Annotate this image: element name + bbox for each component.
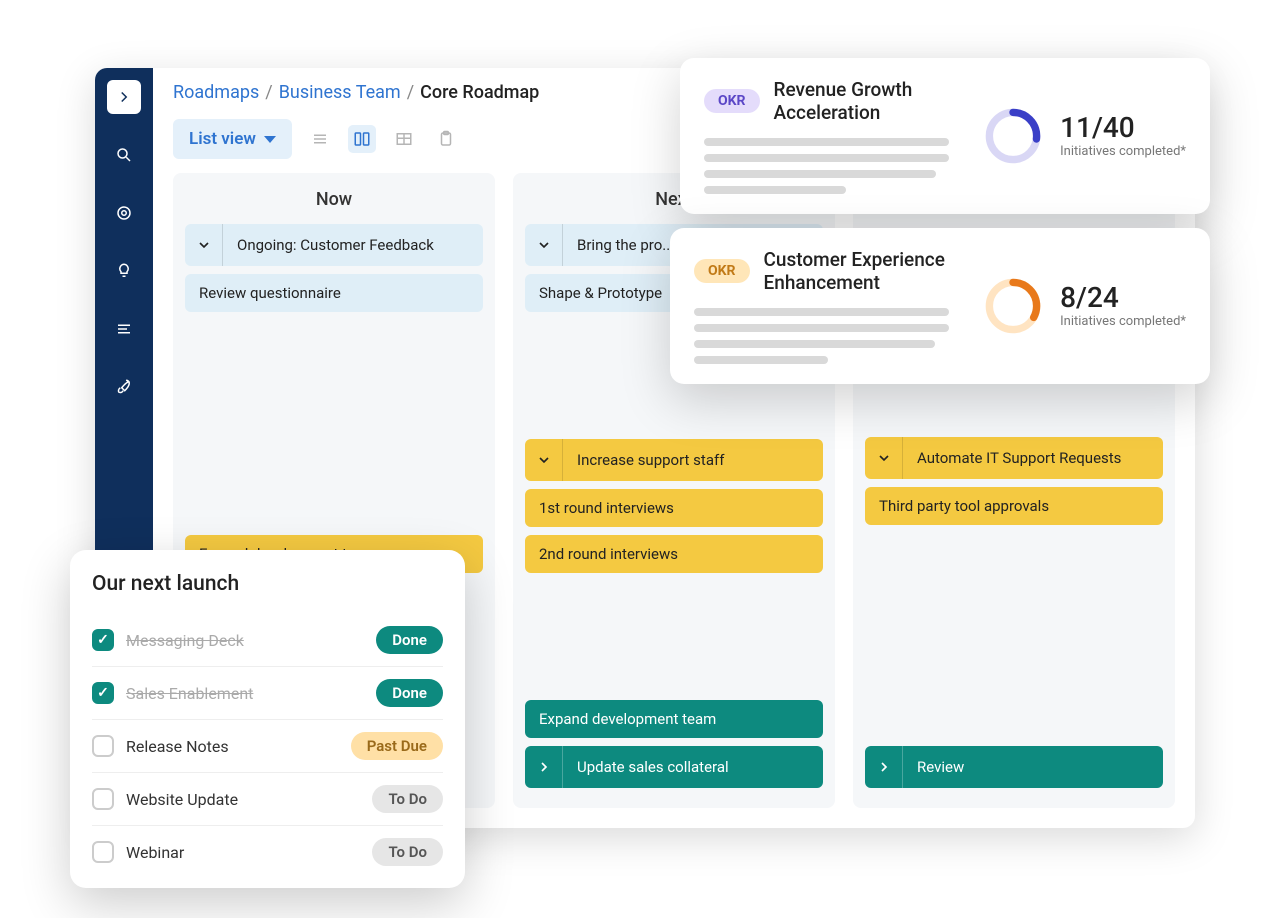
list-icon[interactable] <box>107 312 141 346</box>
sidebar-expand-button[interactable] <box>107 80 141 114</box>
card[interactable]: Third party tool approvals <box>865 487 1163 525</box>
status-badge: Done <box>376 679 443 707</box>
crumb-roadmaps[interactable]: Roadmaps <box>173 82 259 103</box>
card[interactable]: Expand development team <box>525 700 823 738</box>
checkbox[interactable] <box>92 841 114 863</box>
launch-item: Release Notes Past Due <box>92 720 443 773</box>
progress-ring <box>982 105 1044 167</box>
okr-title: Revenue Growth Acceleration <box>774 78 963 124</box>
progress-ring <box>982 275 1044 337</box>
view-table-icon[interactable] <box>390 125 418 153</box>
okr-sub: Initiatives completed* <box>1060 314 1186 331</box>
launch-item: Messaging Deck Done <box>92 614 443 667</box>
group-header[interactable]: Update sales collateral <box>525 746 823 788</box>
card[interactable]: Review questionnaire <box>185 274 483 312</box>
okr-sub: Initiatives completed* <box>1060 144 1186 161</box>
launch-title: Our next launch <box>92 572 443 596</box>
chevron-down-icon[interactable] <box>525 439 563 481</box>
view-board-icon[interactable] <box>348 125 376 153</box>
group-header[interactable]: Ongoing: Customer Feedback <box>185 224 483 266</box>
chevron-down-icon <box>264 136 276 143</box>
launch-card: Our next launch Messaging Deck Done Sale… <box>70 550 465 888</box>
idea-icon[interactable] <box>107 254 141 288</box>
chevron-right-icon[interactable] <box>865 746 903 788</box>
group-header[interactable]: Increase support staff <box>525 439 823 481</box>
search-icon[interactable] <box>107 138 141 172</box>
okr-card-cx[interactable]: OKR Customer Experience Enhancement 8/24I… <box>670 228 1210 384</box>
group-header[interactable]: Review <box>865 746 1163 788</box>
launch-item: Sales Enablement Done <box>92 667 443 720</box>
placeholder-lines <box>704 138 962 194</box>
status-badge: Past Due <box>351 732 443 760</box>
column-header: Now <box>185 173 483 224</box>
status-badge: To Do <box>372 838 443 866</box>
launch-item-label: Webinar <box>126 843 360 862</box>
crumb-current: Core Roadmap <box>420 82 539 103</box>
okr-title: Customer Experience Enhancement <box>764 248 963 294</box>
checkbox[interactable] <box>92 682 114 704</box>
launch-item-label: Messaging Deck <box>126 631 364 650</box>
view-dropdown[interactable]: List view <box>173 119 292 159</box>
checkbox[interactable] <box>92 788 114 810</box>
launch-item-label: Release Notes <box>126 737 339 756</box>
launch-item: Website Update To Do <box>92 773 443 826</box>
okr-count: 11/40 <box>1060 111 1186 144</box>
checkbox[interactable] <box>92 735 114 757</box>
okr-count: 8/24 <box>1060 281 1186 314</box>
target-icon[interactable] <box>107 196 141 230</box>
card[interactable]: 2nd round interviews <box>525 535 823 573</box>
rocket-icon[interactable] <box>107 370 141 404</box>
chevron-down-icon[interactable] <box>185 224 223 266</box>
okr-tag: OKR <box>704 89 760 113</box>
launch-item-label: Sales Enablement <box>126 684 364 703</box>
chevron-down-icon[interactable] <box>525 224 563 266</box>
card[interactable]: 1st round interviews <box>525 489 823 527</box>
placeholder-lines <box>694 308 962 364</box>
clipboard-icon[interactable] <box>432 125 460 153</box>
okr-card-revenue[interactable]: OKR Revenue Growth Acceleration 11/40Init… <box>680 58 1210 214</box>
chevron-right-icon[interactable] <box>525 746 563 788</box>
view-list-icon[interactable] <box>306 125 334 153</box>
group-header[interactable]: Automate IT Support Requests <box>865 437 1163 479</box>
crumb-team[interactable]: Business Team <box>279 82 401 103</box>
checkbox[interactable] <box>92 629 114 651</box>
chevron-down-icon[interactable] <box>865 437 903 479</box>
status-badge: To Do <box>372 785 443 813</box>
status-badge: Done <box>376 626 443 654</box>
launch-item-label: Website Update <box>126 790 360 809</box>
okr-tag: OKR <box>694 259 750 283</box>
launch-item: Webinar To Do <box>92 826 443 878</box>
